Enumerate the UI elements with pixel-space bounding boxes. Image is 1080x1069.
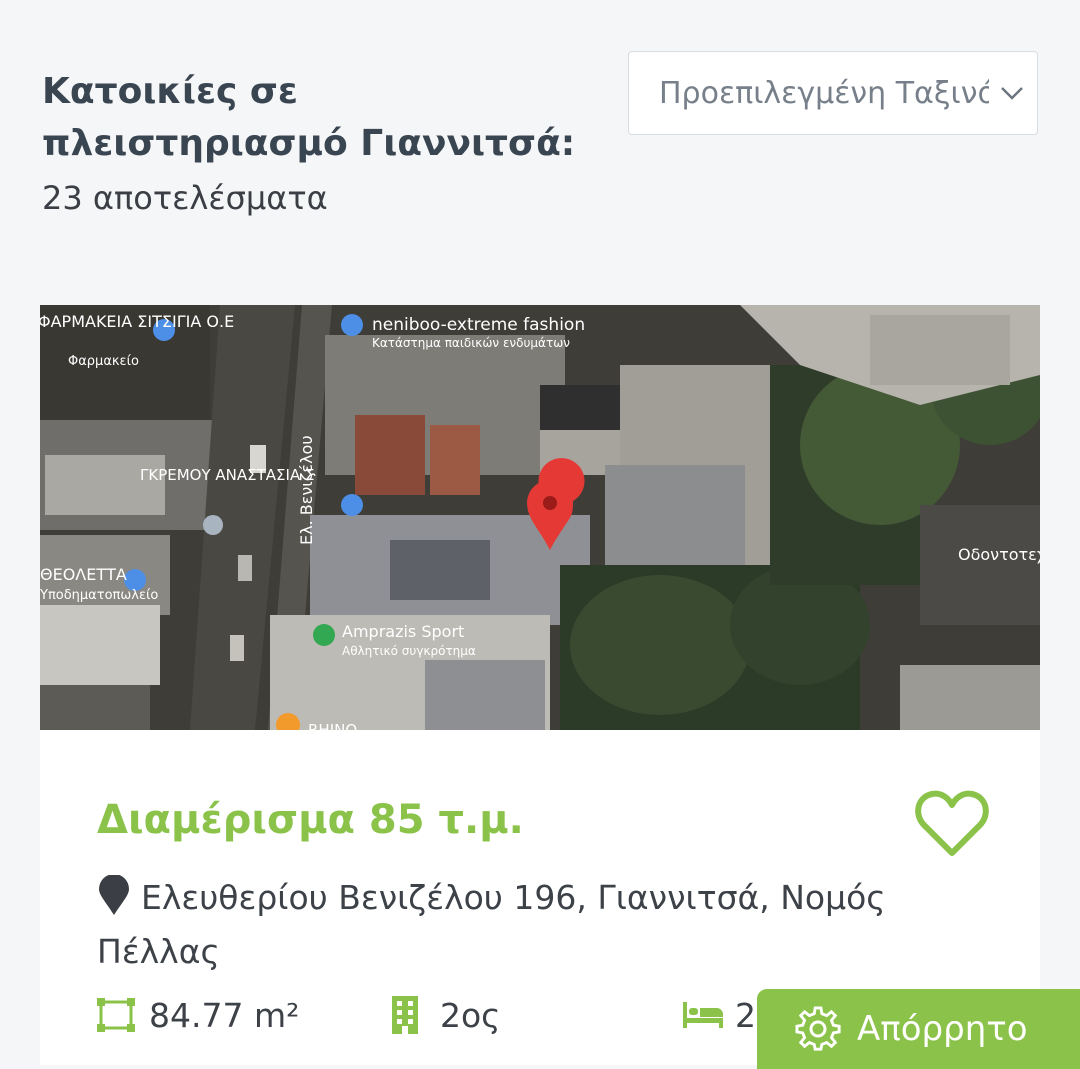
map-label-sport-type: Αθλητικό συγκρότημα — [342, 644, 476, 658]
map-label-sport: Amprazis Sport — [342, 622, 464, 641]
map-label-pharmacy-type: Φαρμακείο — [68, 354, 139, 369]
map-label-shop-type: Κατάστημα παιδικών ενδυμάτων — [372, 336, 570, 350]
feature-area-value: 84.77 m² — [149, 995, 300, 1035]
map-label-shop: neniboo-extreme fashion — [372, 315, 585, 335]
feature-floor-value: 2ος — [440, 995, 501, 1035]
chevron-down-icon — [1001, 87, 1023, 100]
map-label-rhino: RHINO — [308, 721, 357, 730]
map-label-person-place: ΓΚΡΕΜΟΥ ΑΝΑΣΤΑΣΙΑ Σ — [140, 466, 314, 484]
privacy-button-label: Απόρρητο — [857, 1009, 1028, 1049]
heart-icon[interactable] — [914, 789, 990, 859]
feature-bedrooms: 2 — [683, 993, 756, 1037]
bed-icon — [683, 1002, 723, 1028]
results-count: 23 αποτελέσματα — [42, 179, 328, 217]
listing-address-text: Ελευθερίου Βενιζέλου 196, Γιαννιτσά, Νομ… — [97, 878, 886, 971]
listing-card[interactable]: ΦΑΡΜΑΚΕΙΑ ΣΙΤΣΙΓΙΑ Ο.Ε Φαρμακείο neniboo… — [40, 305, 1040, 1065]
listing-map[interactable]: ΦΑΡΜΑΚΕΙΑ ΣΙΤΣΙΓΙΑ Ο.Ε Φαρμακείο neniboo… — [40, 305, 1040, 730]
listing-address: Ελευθερίου Βενιζέλου 196, Γιαννιτσά, Νομ… — [97, 871, 957, 979]
map-label-dental: Οδοντοτεχνικό Εργαστήριο — [958, 545, 1040, 564]
map-label-pharmacy: ΦΑΡΜΑΚΕΙΑ ΣΙΤΣΙΓΙΑ Ο.Ε — [40, 312, 234, 331]
sort-selected-value: Προεπιλεγμένη Ταξινόμηση — [659, 76, 989, 111]
gear-icon — [795, 1006, 841, 1051]
map-label-shoe-shop: ΘΕΟΛΕΤΤΑ — [40, 565, 127, 584]
page-title: Κατοικίες σε πλειστηριασμό Γιαννιτσά: — [42, 71, 576, 164]
building-icon — [392, 996, 418, 1034]
map-label-shoe-shop-type: Υποδηματοπωλείο — [40, 588, 158, 603]
results-heading: Κατοικίες σε πλειστηριασμό Γιαννιτσά: 23… — [42, 66, 582, 226]
feature-floor: 2ος — [388, 993, 501, 1037]
feature-bedrooms-value: 2 — [735, 995, 756, 1035]
area-icon — [97, 998, 135, 1032]
satellite-map-image: ΦΑΡΜΑΚΕΙΑ ΣΙΤΣΙΓΙΑ Ο.Ε Φαρμακείο neniboo… — [40, 305, 1040, 730]
map-label-street: Ελ. Βενιζέλου — [297, 435, 316, 545]
sort-dropdown[interactable]: Προεπιλεγμένη Ταξινόμηση — [628, 51, 1038, 135]
location-pin-icon — [99, 875, 129, 915]
privacy-button[interactable]: Απόρρητο — [757, 989, 1080, 1069]
feature-area: 84.77 m² — [97, 993, 299, 1037]
listing-title[interactable]: Διαμέρισμα 85 τ.μ. — [97, 793, 524, 847]
